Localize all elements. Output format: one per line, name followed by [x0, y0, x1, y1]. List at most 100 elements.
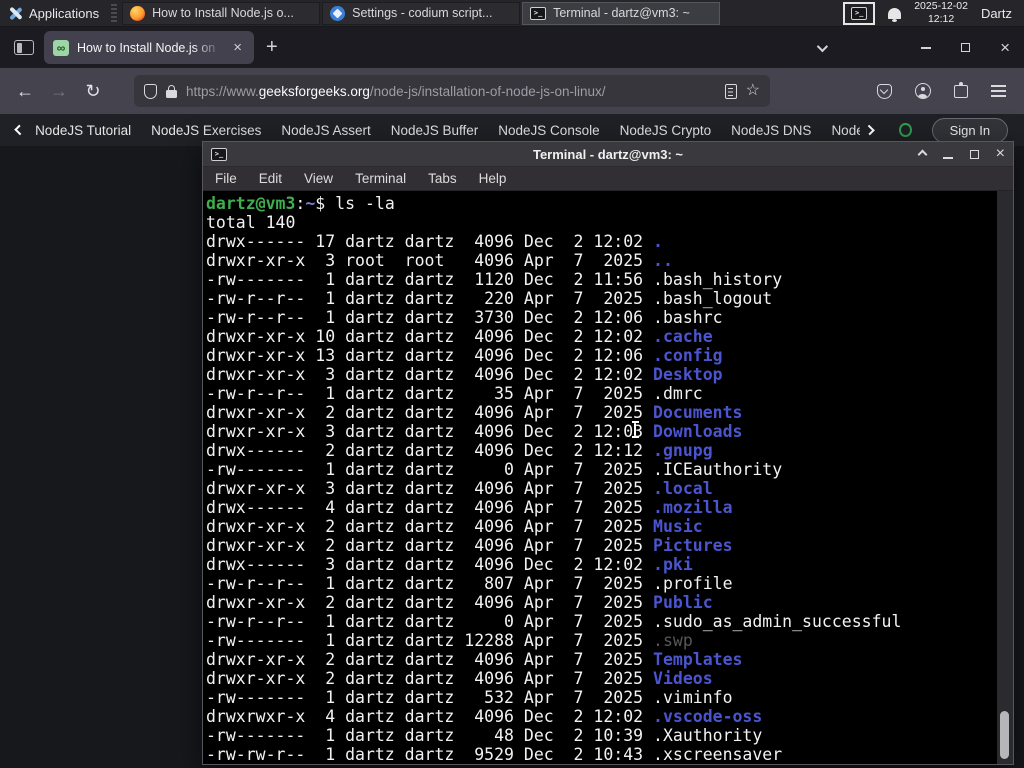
- terminal-output-line: -rw-r--r-- 1 dartz dartz 35 Apr 7 2025 .…: [206, 384, 703, 403]
- https-lock-icon[interactable]: [166, 84, 177, 98]
- terminal-output-line: drwx------ 17 dartz dartz 4096 Dec 2 12:…: [206, 232, 663, 251]
- url-bar[interactable]: https://www.geeksforgeeks.org/node-js/in…: [134, 75, 770, 107]
- url-text[interactable]: https://www.geeksforgeeks.org/node-js/in…: [186, 84, 716, 99]
- terminal-scrollbar[interactable]: [997, 191, 1013, 764]
- site-search-icon[interactable]: [899, 123, 912, 137]
- firefox-view-icon: [14, 40, 34, 55]
- terminal-maximize-button[interactable]: [969, 149, 979, 159]
- terminal-rollup-button[interactable]: [917, 149, 928, 159]
- window-button-icon: [530, 6, 547, 20]
- site-nav-link[interactable]: NodeJS Buffer: [391, 123, 479, 138]
- applications-menu-button[interactable]: Applications: [0, 0, 107, 27]
- taskbar-window-button[interactable]: How to Install Node.js o...: [122, 1, 321, 25]
- terminal-menu-item[interactable]: Help: [479, 171, 507, 186]
- site-nav-link[interactable]: NodeJS Console: [498, 123, 599, 138]
- terminal-menu-bar: File Edit View Terminal Tabs Help: [203, 167, 1013, 191]
- site-nav-link[interactable]: NodeJS Assert: [281, 123, 370, 138]
- terminal-menu-item[interactable]: Edit: [259, 171, 282, 186]
- terminal-window-title: Terminal - dartz@vm3: ~: [532, 146, 684, 162]
- terminal-output-line: -rw------- 1 dartz dartz 532 Apr 7 2025 …: [206, 688, 733, 707]
- terminal-tray-icon[interactable]: [843, 1, 876, 25]
- terminal-output[interactable]: dartz@vm3:~$ ls -la total 140 drwx------ …: [203, 191, 1013, 764]
- terminal-scrollbar-thumb[interactable]: [1000, 711, 1009, 759]
- terminal-output-line: drwx------ 3 dartz dartz 4096 Dec 2 12:0…: [206, 555, 693, 574]
- window-button-icon: [130, 5, 146, 21]
- terminal-close-button[interactable]: ×: [996, 146, 1005, 162]
- nav-scroll-right-icon[interactable]: [864, 124, 876, 136]
- browser-tab-active[interactable]: How to Install Node.js on ×: [44, 31, 254, 64]
- terminal-output-line: -rw-r--r-- 1 dartz dartz 220 Apr 7 2025 …: [206, 289, 773, 308]
- terminal-output-line: drwxr-xr-x 13 dartz dartz 4096 Dec 2 12:…: [206, 346, 723, 365]
- clock-time: 12:12: [927, 13, 955, 25]
- terminal-menu-item[interactable]: Terminal: [355, 171, 406, 186]
- terminal-output-line: drwxr-xr-x 2 dartz dartz 4096 Apr 7 2025…: [206, 650, 743, 669]
- bookmark-star-icon[interactable]: ☆: [746, 83, 760, 99]
- terminal-output-line: drwxr-xr-x 2 dartz dartz 4096 Apr 7 2025…: [206, 593, 713, 612]
- terminal-output-line: -rw------- 1 dartz dartz 0 Apr 7 2025 .I…: [206, 460, 783, 479]
- clock-date: 2025-12-02: [914, 0, 968, 13]
- reader-mode-icon[interactable]: [724, 83, 737, 99]
- browser-tab-bar: How to Install Node.js on × + ×: [0, 27, 1024, 68]
- terminal-output-line: drwx------ 2 dartz dartz 4096 Dec 2 12:1…: [206, 441, 713, 460]
- reload-button[interactable]: ↻: [78, 76, 108, 106]
- taskbar-window-button[interactable]: Terminal - dartz@vm3: ~: [522, 1, 721, 25]
- terminal-output-line: drwx------ 4 dartz dartz 4096 Apr 7 2025…: [206, 498, 733, 517]
- clock[interactable]: 2025-12-02 12:12: [914, 0, 968, 25]
- terminal-prompt-line: dartz@vm3:~$ ls -la: [206, 194, 395, 213]
- terminal-output-line: drwxr-xr-x 3 dartz dartz 4096 Apr 7 2025…: [206, 479, 713, 498]
- firefox-view-button[interactable]: [0, 27, 44, 68]
- terminal-output-line: drwxr-xr-x 3 dartz dartz 4096 Dec 2 12:0…: [206, 365, 723, 384]
- terminal-title-bar[interactable]: Terminal - dartz@vm3: ~ ×: [203, 142, 1013, 167]
- site-nav-link[interactable]: NodeJS Crypto: [620, 123, 712, 138]
- tab-title: How to Install Node.js on: [77, 40, 216, 55]
- extensions-puzzle-icon[interactable]: [954, 81, 968, 98]
- terminal-output-line: drwxr-xr-x 2 dartz dartz 4096 Apr 7 2025…: [206, 536, 733, 555]
- pocket-save-icon[interactable]: [877, 83, 892, 99]
- terminal-menu-item[interactable]: File: [215, 171, 237, 186]
- window-minimize-button[interactable]: [921, 46, 932, 49]
- menu-hamburger-icon[interactable]: [991, 90, 1006, 92]
- window-button-list: How to Install Node.js o... Settings - c…: [121, 1, 721, 25]
- window-button-label: Settings - codium script...: [352, 6, 493, 20]
- list-all-tabs-icon[interactable]: [816, 40, 829, 52]
- tracking-protection-shield-icon[interactable]: [144, 83, 157, 99]
- window-button-label: How to Install Node.js o...: [152, 6, 294, 20]
- site-nav-link-truncated[interactable]: Node: [831, 123, 860, 138]
- tab-close-button[interactable]: ×: [230, 38, 245, 57]
- terminal-output-line: drwxr-xr-x 3 dartz dartz 4096 Dec 2 12:0…: [206, 422, 743, 441]
- back-button[interactable]: ←: [10, 76, 40, 106]
- terminal-minimize-button[interactable]: [942, 156, 953, 159]
- terminal-menu-item[interactable]: View: [304, 171, 333, 186]
- sign-in-button[interactable]: Sign In: [931, 117, 1008, 143]
- panel-handle: [111, 4, 118, 22]
- window-maximize-button[interactable]: [961, 43, 971, 52]
- terminal-window: Terminal - dartz@vm3: ~ × File Edit View Te…: [202, 141, 1014, 765]
- distro-logo-icon: [8, 6, 23, 21]
- terminal-output-line: drwxrwxr-x 4 dartz dartz 4096 Dec 2 12:0…: [206, 707, 763, 726]
- system-tray: 2025-12-02 12:12 Dartz: [843, 0, 1024, 25]
- browser-toolbar: ← → ↻ https://www.geeksforgeeks.org/node…: [0, 68, 1024, 114]
- terminal-output-line: -rw-rw-r-- 1 dartz dartz 9529 Dec 2 10:4…: [206, 745, 783, 764]
- window-close-button[interactable]: ×: [1000, 39, 1010, 56]
- terminal-output-line: -rw------- 1 dartz dartz 12288 Apr 7 202…: [206, 631, 693, 650]
- terminal-output-line: drwxr-xr-x 2 dartz dartz 4096 Apr 7 2025…: [206, 403, 743, 422]
- desktop-panel: Applications How to Install Node.js o...…: [0, 0, 1024, 27]
- site-nav-link[interactable]: NodeJS DNS: [731, 123, 811, 138]
- terminal-output-line: drwxr-xr-x 2 dartz dartz 4096 Apr 7 2025…: [206, 517, 703, 536]
- terminal-output-line: -rw------- 1 dartz dartz 1120 Dec 2 11:5…: [206, 270, 783, 289]
- terminal-output-rows: total 140 drwx------ 17 dartz dartz 4096 …: [206, 213, 1013, 764]
- nav-scroll-left-icon[interactable]: [14, 124, 25, 136]
- user-menu[interactable]: Dartz: [981, 6, 1016, 21]
- account-icon[interactable]: [915, 83, 931, 99]
- forward-button[interactable]: →: [44, 76, 74, 106]
- new-tab-button[interactable]: +: [254, 27, 290, 68]
- site-nav-link[interactable]: NodeJS Exercises: [151, 123, 261, 138]
- terminal-output-line: drwxr-xr-x 10 dartz dartz 4096 Dec 2 12:…: [206, 327, 713, 346]
- site-nav-link[interactable]: NodeJS Tutorial: [35, 123, 131, 138]
- taskbar-window-button[interactable]: Settings - codium script...: [322, 1, 521, 25]
- terminal-output-line: drwxr-xr-x 3 root root 4096 Apr 7 2025 .…: [206, 251, 673, 270]
- terminal-glyph-icon: [851, 6, 868, 20]
- notification-bell-icon[interactable]: [888, 7, 902, 22]
- terminal-menu-item[interactable]: Tabs: [428, 171, 457, 186]
- terminal-output-line: -rw-r--r-- 1 dartz dartz 3730 Dec 2 12:0…: [206, 308, 723, 327]
